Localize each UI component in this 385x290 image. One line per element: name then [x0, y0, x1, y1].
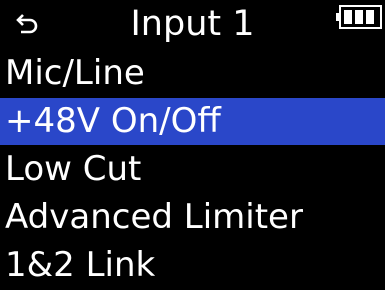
menu-item-phantom-power[interactable]: +48V On/Off — [0, 98, 385, 145]
menu-list: Mic/Line +48V On/Off Low Cut Advanced Li… — [0, 50, 385, 290]
screen-title: Input 1 — [130, 4, 255, 44]
header-bar: Input 1 — [0, 0, 385, 48]
device-screen: Input 1 Mic/Line +48V On/Off Low Cut Adv… — [0, 0, 385, 289]
menu-item-low-cut[interactable]: Low Cut — [0, 146, 385, 193]
menu-item-mic-line[interactable]: Mic/Line — [0, 50, 385, 97]
menu-item-advanced-limiter[interactable]: Advanced Limiter — [0, 194, 385, 241]
menu-item-link[interactable]: 1&2 Link — [0, 242, 385, 289]
return-arrow-icon[interactable] — [14, 11, 40, 37]
battery-icon — [336, 5, 382, 29]
